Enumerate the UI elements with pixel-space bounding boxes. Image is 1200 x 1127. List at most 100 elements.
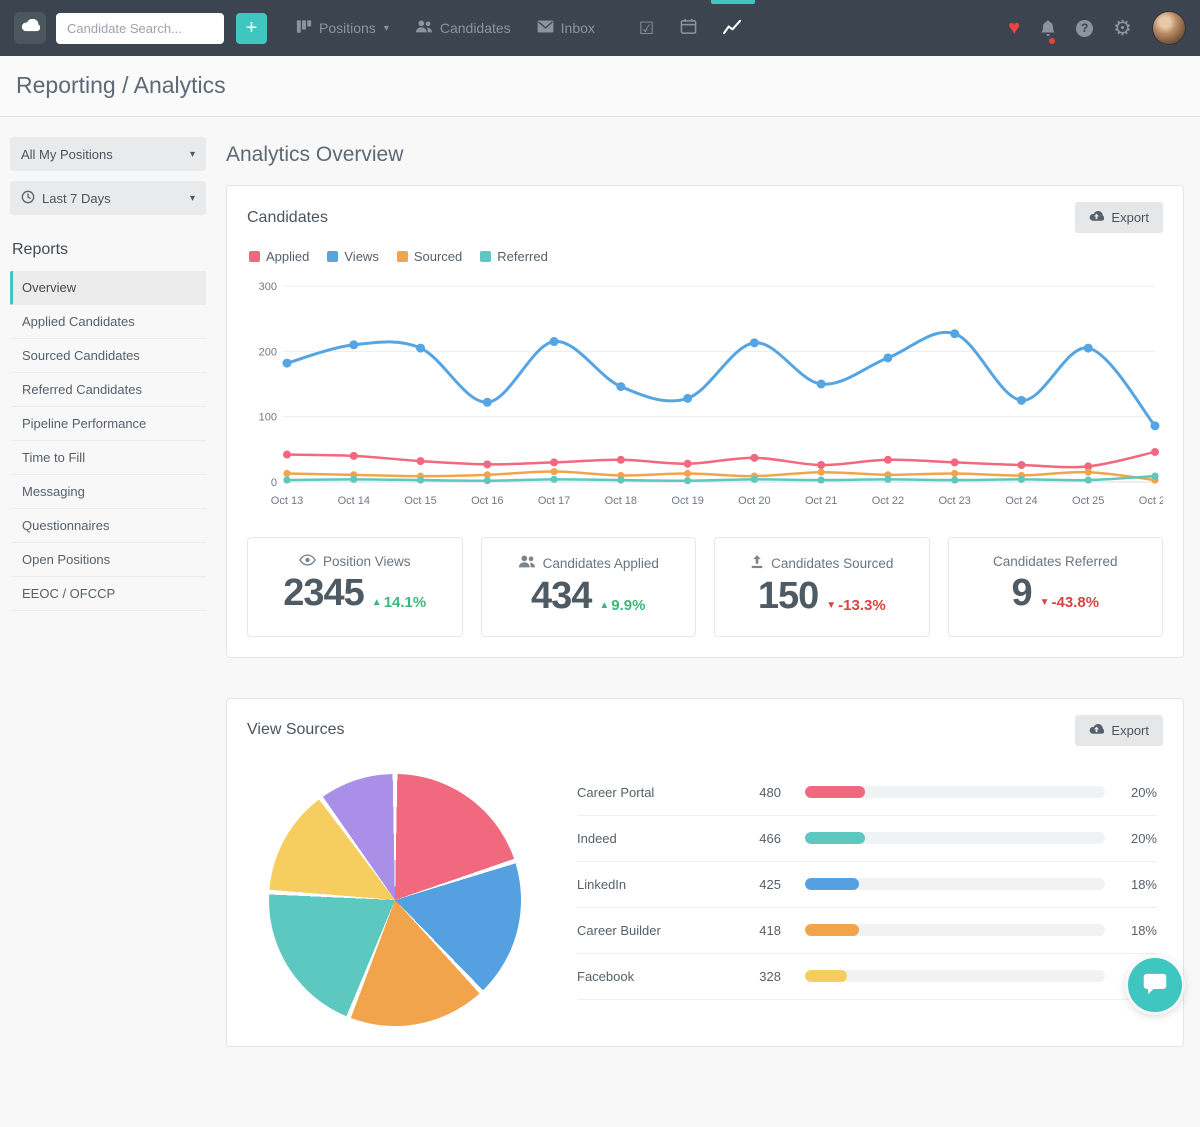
delta-arrow-icon: ▲ bbox=[372, 597, 382, 608]
candidates-card-title: Candidates bbox=[247, 209, 328, 227]
candidate-search-input[interactable] bbox=[56, 13, 224, 44]
reports-heading: Reports bbox=[10, 241, 206, 259]
stat-position-views: Position Views 2345 ▲14.1% bbox=[247, 537, 463, 637]
eye-icon bbox=[299, 554, 316, 569]
stat-delta: ▼-43.8% bbox=[1040, 594, 1099, 611]
nav-candidates[interactable]: Candidates bbox=[402, 0, 524, 56]
positions-filter-dropdown[interactable]: All My Positions ▾ bbox=[10, 137, 206, 171]
stat-value: 150 bbox=[758, 576, 818, 618]
source-label: Indeed bbox=[577, 831, 725, 846]
export-button[interactable]: Export bbox=[1075, 202, 1163, 233]
main-content: Analytics Overview Candidates Export App… bbox=[206, 117, 1200, 1127]
source-row-career-builder: Career Builder 418 18% bbox=[577, 908, 1157, 954]
help-icon[interactable]: ? bbox=[1076, 20, 1093, 37]
users-icon bbox=[518, 554, 536, 572]
svg-text:Oct 18: Oct 18 bbox=[605, 495, 637, 507]
svg-text:300: 300 bbox=[259, 281, 277, 293]
cloud-logo-icon bbox=[21, 19, 40, 37]
active-tab-indicator bbox=[711, 0, 755, 4]
date-range-dropdown[interactable]: Last 7 Days ▾ bbox=[10, 181, 206, 215]
stat-candidates-applied: Candidates Applied 434 ▲9.9% bbox=[481, 537, 697, 637]
sidebar-item-pipeline-performance[interactable]: Pipeline Performance bbox=[10, 407, 206, 441]
legend-swatch bbox=[397, 251, 408, 262]
chat-icon bbox=[1142, 972, 1168, 999]
notification-dot bbox=[1049, 38, 1055, 44]
bell-icon[interactable] bbox=[1040, 19, 1056, 37]
source-percent: 20% bbox=[1105, 785, 1157, 800]
svg-text:Oct 22: Oct 22 bbox=[872, 495, 904, 507]
delta-arrow-icon: ▲ bbox=[599, 600, 609, 611]
source-value: 425 bbox=[725, 877, 781, 892]
source-bar-fill bbox=[805, 924, 859, 936]
top-navbar: + Positions ▾ Candidates Inbox ☑ ♥ bbox=[0, 0, 1200, 56]
candidates-line-chart: 0100200300Oct 13Oct 14Oct 15Oct 16Oct 17… bbox=[247, 274, 1163, 519]
chevron-down-icon: ▾ bbox=[190, 149, 195, 160]
page-header: Reporting / Analytics bbox=[0, 56, 1200, 117]
source-value: 418 bbox=[725, 923, 781, 938]
nav-tasks[interactable]: ☑ bbox=[626, 0, 667, 56]
source-bar-fill bbox=[805, 832, 865, 844]
sidebar-item-messaging[interactable]: Messaging bbox=[10, 475, 206, 509]
svg-text:100: 100 bbox=[259, 412, 277, 424]
nav-inbox-label: Inbox bbox=[561, 20, 595, 36]
legend-swatch bbox=[327, 251, 338, 262]
svg-text:200: 200 bbox=[259, 346, 277, 358]
app-logo[interactable] bbox=[14, 12, 46, 44]
source-row-indeed: Indeed 466 20% bbox=[577, 816, 1157, 862]
legend-swatch bbox=[480, 251, 491, 262]
calendar-icon bbox=[680, 18, 697, 38]
source-bar bbox=[805, 832, 1105, 844]
sidebar-item-questionnaires[interactable]: Questionnaires bbox=[10, 509, 206, 543]
sidebar-item-referred-candidates[interactable]: Referred Candidates bbox=[10, 373, 206, 407]
legend-sourced: Sourced bbox=[397, 249, 462, 264]
nav-positions[interactable]: Positions ▾ bbox=[283, 0, 402, 56]
source-bar bbox=[805, 786, 1105, 798]
upload-icon bbox=[750, 554, 764, 572]
user-avatar[interactable] bbox=[1152, 11, 1186, 45]
view-sources-card: View Sources Export Career Portal 480 20… bbox=[226, 698, 1184, 1047]
sidebar-item-applied-candidates[interactable]: Applied Candidates bbox=[10, 305, 206, 339]
nav-candidates-label: Candidates bbox=[440, 20, 511, 36]
nav-analytics[interactable] bbox=[710, 0, 755, 56]
stat-value: 434 bbox=[531, 576, 591, 618]
nav-inbox[interactable]: Inbox bbox=[524, 0, 608, 56]
svg-text:Oct 20: Oct 20 bbox=[738, 495, 770, 507]
source-percent: 18% bbox=[1105, 877, 1157, 892]
navbar-right: ♥ ? ⚙ bbox=[1008, 11, 1186, 45]
gear-icon[interactable]: ⚙ bbox=[1113, 18, 1132, 39]
svg-text:Oct 23: Oct 23 bbox=[938, 495, 970, 507]
legend-applied: Applied bbox=[249, 249, 309, 264]
chat-bubble-button[interactable] bbox=[1128, 958, 1182, 1012]
svg-text:Oct 19: Oct 19 bbox=[671, 495, 703, 507]
source-rows: Career Portal 480 20% Indeed 466 20% Lin… bbox=[577, 770, 1157, 1000]
clock-icon bbox=[21, 190, 35, 207]
svg-text:Oct 25: Oct 25 bbox=[1072, 495, 1104, 507]
sidebar-item-overview[interactable]: Overview bbox=[10, 271, 206, 305]
stat-delta: ▲9.9% bbox=[599, 597, 645, 614]
candidates-card: Candidates Export Applied Views Sourced … bbox=[226, 185, 1184, 658]
pipeline-icon bbox=[296, 19, 312, 37]
svg-text:Oct 13: Oct 13 bbox=[271, 495, 303, 507]
svg-text:Oct 15: Oct 15 bbox=[404, 495, 436, 507]
chevron-down-icon: ▾ bbox=[190, 193, 195, 204]
stat-value: 2345 bbox=[283, 573, 364, 615]
sidebar-item-time-to-fill[interactable]: Time to Fill bbox=[10, 441, 206, 475]
svg-text:Oct 17: Oct 17 bbox=[538, 495, 570, 507]
export-button[interactable]: Export bbox=[1075, 715, 1163, 746]
delta-arrow-icon: ▼ bbox=[1040, 597, 1050, 608]
add-button[interactable]: + bbox=[236, 13, 267, 44]
source-percent: 18% bbox=[1105, 923, 1157, 938]
sidebar-item-eeoc-ofccp[interactable]: EEOC / OFCCP bbox=[10, 577, 206, 611]
svg-text:Oct 21: Oct 21 bbox=[805, 495, 837, 507]
nav-calendar[interactable] bbox=[667, 0, 710, 56]
svg-text:0: 0 bbox=[271, 477, 277, 489]
users-icon bbox=[415, 19, 433, 37]
sidebar-item-sourced-candidates[interactable]: Sourced Candidates bbox=[10, 339, 206, 373]
stat-value: 9 bbox=[1011, 573, 1031, 615]
source-label: LinkedIn bbox=[577, 877, 725, 892]
source-value: 480 bbox=[725, 785, 781, 800]
chevron-down-icon: ▾ bbox=[384, 23, 389, 34]
legend-referred: Referred bbox=[480, 249, 548, 264]
heart-icon[interactable]: ♥ bbox=[1008, 18, 1020, 38]
sidebar-item-open-positions[interactable]: Open Positions bbox=[10, 543, 206, 577]
